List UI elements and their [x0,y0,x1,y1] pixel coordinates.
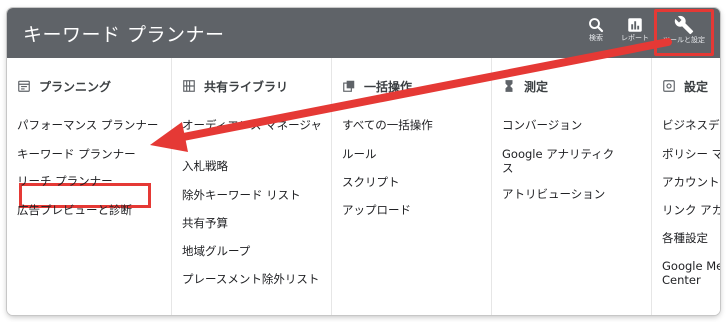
menu-item-placement-exclusion-lists[interactable]: プレースメント除外リスト [182,272,319,286]
settings-heading-label: 設定 [684,79,709,94]
settings-icon [663,80,675,92]
shared-library-heading: 共有ライブラリ [182,76,288,96]
menu-item-reach-planner[interactable]: リーチ プランナー [17,174,113,188]
tools-dropdown-menu: プランニング パフォーマンス プランナー キーワード プランナー リーチ プラン… [7,58,720,315]
menu-item-location-groups[interactable]: 地域グループ [182,244,250,258]
menu-item-google-merchant-center[interactable]: Google Mer Center [662,259,720,287]
shared-library-heading-label: 共有ライブラリ [204,79,289,94]
menu-item-conversions[interactable]: コンバージョン [502,118,582,132]
bulk-actions-heading: 一括操作 [342,76,412,96]
menu-item-linked-accounts[interactable]: リンク アカ [662,203,720,217]
app-window: キーワード プランナー 検索 レポート ツールと設定 プランニング パフォーマン… [7,8,720,315]
menu-item-all-bulk-actions[interactable]: すべての一括操作 [342,118,433,132]
tools-and-settings-label: ツールと設定 [663,36,705,44]
bulk-icon [343,80,355,92]
menu-item-policy-manager[interactable]: ポリシー マ [662,147,720,161]
menu-item-attribution[interactable]: アトリビューション [502,187,605,201]
planning-heading: プランニング [17,76,111,96]
report-button[interactable]: レポート [613,14,657,54]
menu-item-keyword-planner[interactable]: キーワード プランナー [17,147,136,161]
search-icon [589,18,604,33]
tools-and-settings-button[interactable]: ツールと設定 [654,9,714,56]
menu-item-scripts[interactable]: スクリプト [342,175,400,189]
search-button[interactable]: 検索 [574,14,618,54]
measurement-heading: 測定 [502,76,548,96]
library-icon [183,80,195,92]
settings-column: 設定 ビジネスデー ポリシー マ アカウント リンク アカ 各種設定 Googl… [652,58,720,315]
search-label: 検索 [589,34,603,42]
page-title: キーワード プランナー [23,24,225,46]
measurement-column: 測定 コンバージョン Google アナリティクス アトリビューション [492,58,652,315]
planning-heading-label: プランニング [39,79,112,94]
top-bar: キーワード プランナー 検索 レポート ツールと設定 [7,8,720,58]
menu-item-preferences[interactable]: 各種設定 [662,231,708,245]
menu-item-negative-keyword-lists[interactable]: 除外キーワード リスト [182,188,301,202]
menu-item-business-data[interactable]: ビジネスデー [662,118,720,132]
wrench-icon [674,15,694,35]
hourglass-icon [505,80,513,92]
calendar-icon [18,80,30,92]
menu-item-account-access[interactable]: アカウント [662,175,720,189]
menu-item-uploads[interactable]: アップロード [342,203,411,217]
menu-item-audience-manager[interactable]: オーディエンス マネージャ [182,118,322,132]
bulk-actions-column: 一括操作 すべての一括操作 ルール スクリプト アップロード [332,58,492,315]
report-icon [628,18,642,32]
planning-column: プランニング パフォーマンス プランナー キーワード プランナー リーチ プラン… [7,58,172,315]
menu-item-google-analytics[interactable]: Google アナリティクス [502,147,622,175]
menu-item-bid-strategies[interactable]: 入札戦略 [182,159,228,173]
menu-item-performance-planner[interactable]: パフォーマンス プランナー [17,118,158,132]
measurement-heading-label: 測定 [524,79,549,94]
bulk-actions-heading-label: 一括操作 [364,79,413,94]
menu-item-ad-preview[interactable]: 広告プレビューと診断 [17,203,132,217]
report-label: レポート [621,34,649,42]
menu-item-shared-budgets[interactable]: 共有予算 [182,216,228,230]
shared-library-column: 共有ライブラリ オーディエンス マネージャ 入札戦略 除外キーワード リスト 共… [172,58,332,315]
menu-item-rules[interactable]: ルール [342,147,377,161]
settings-heading: 設定 [662,76,708,96]
